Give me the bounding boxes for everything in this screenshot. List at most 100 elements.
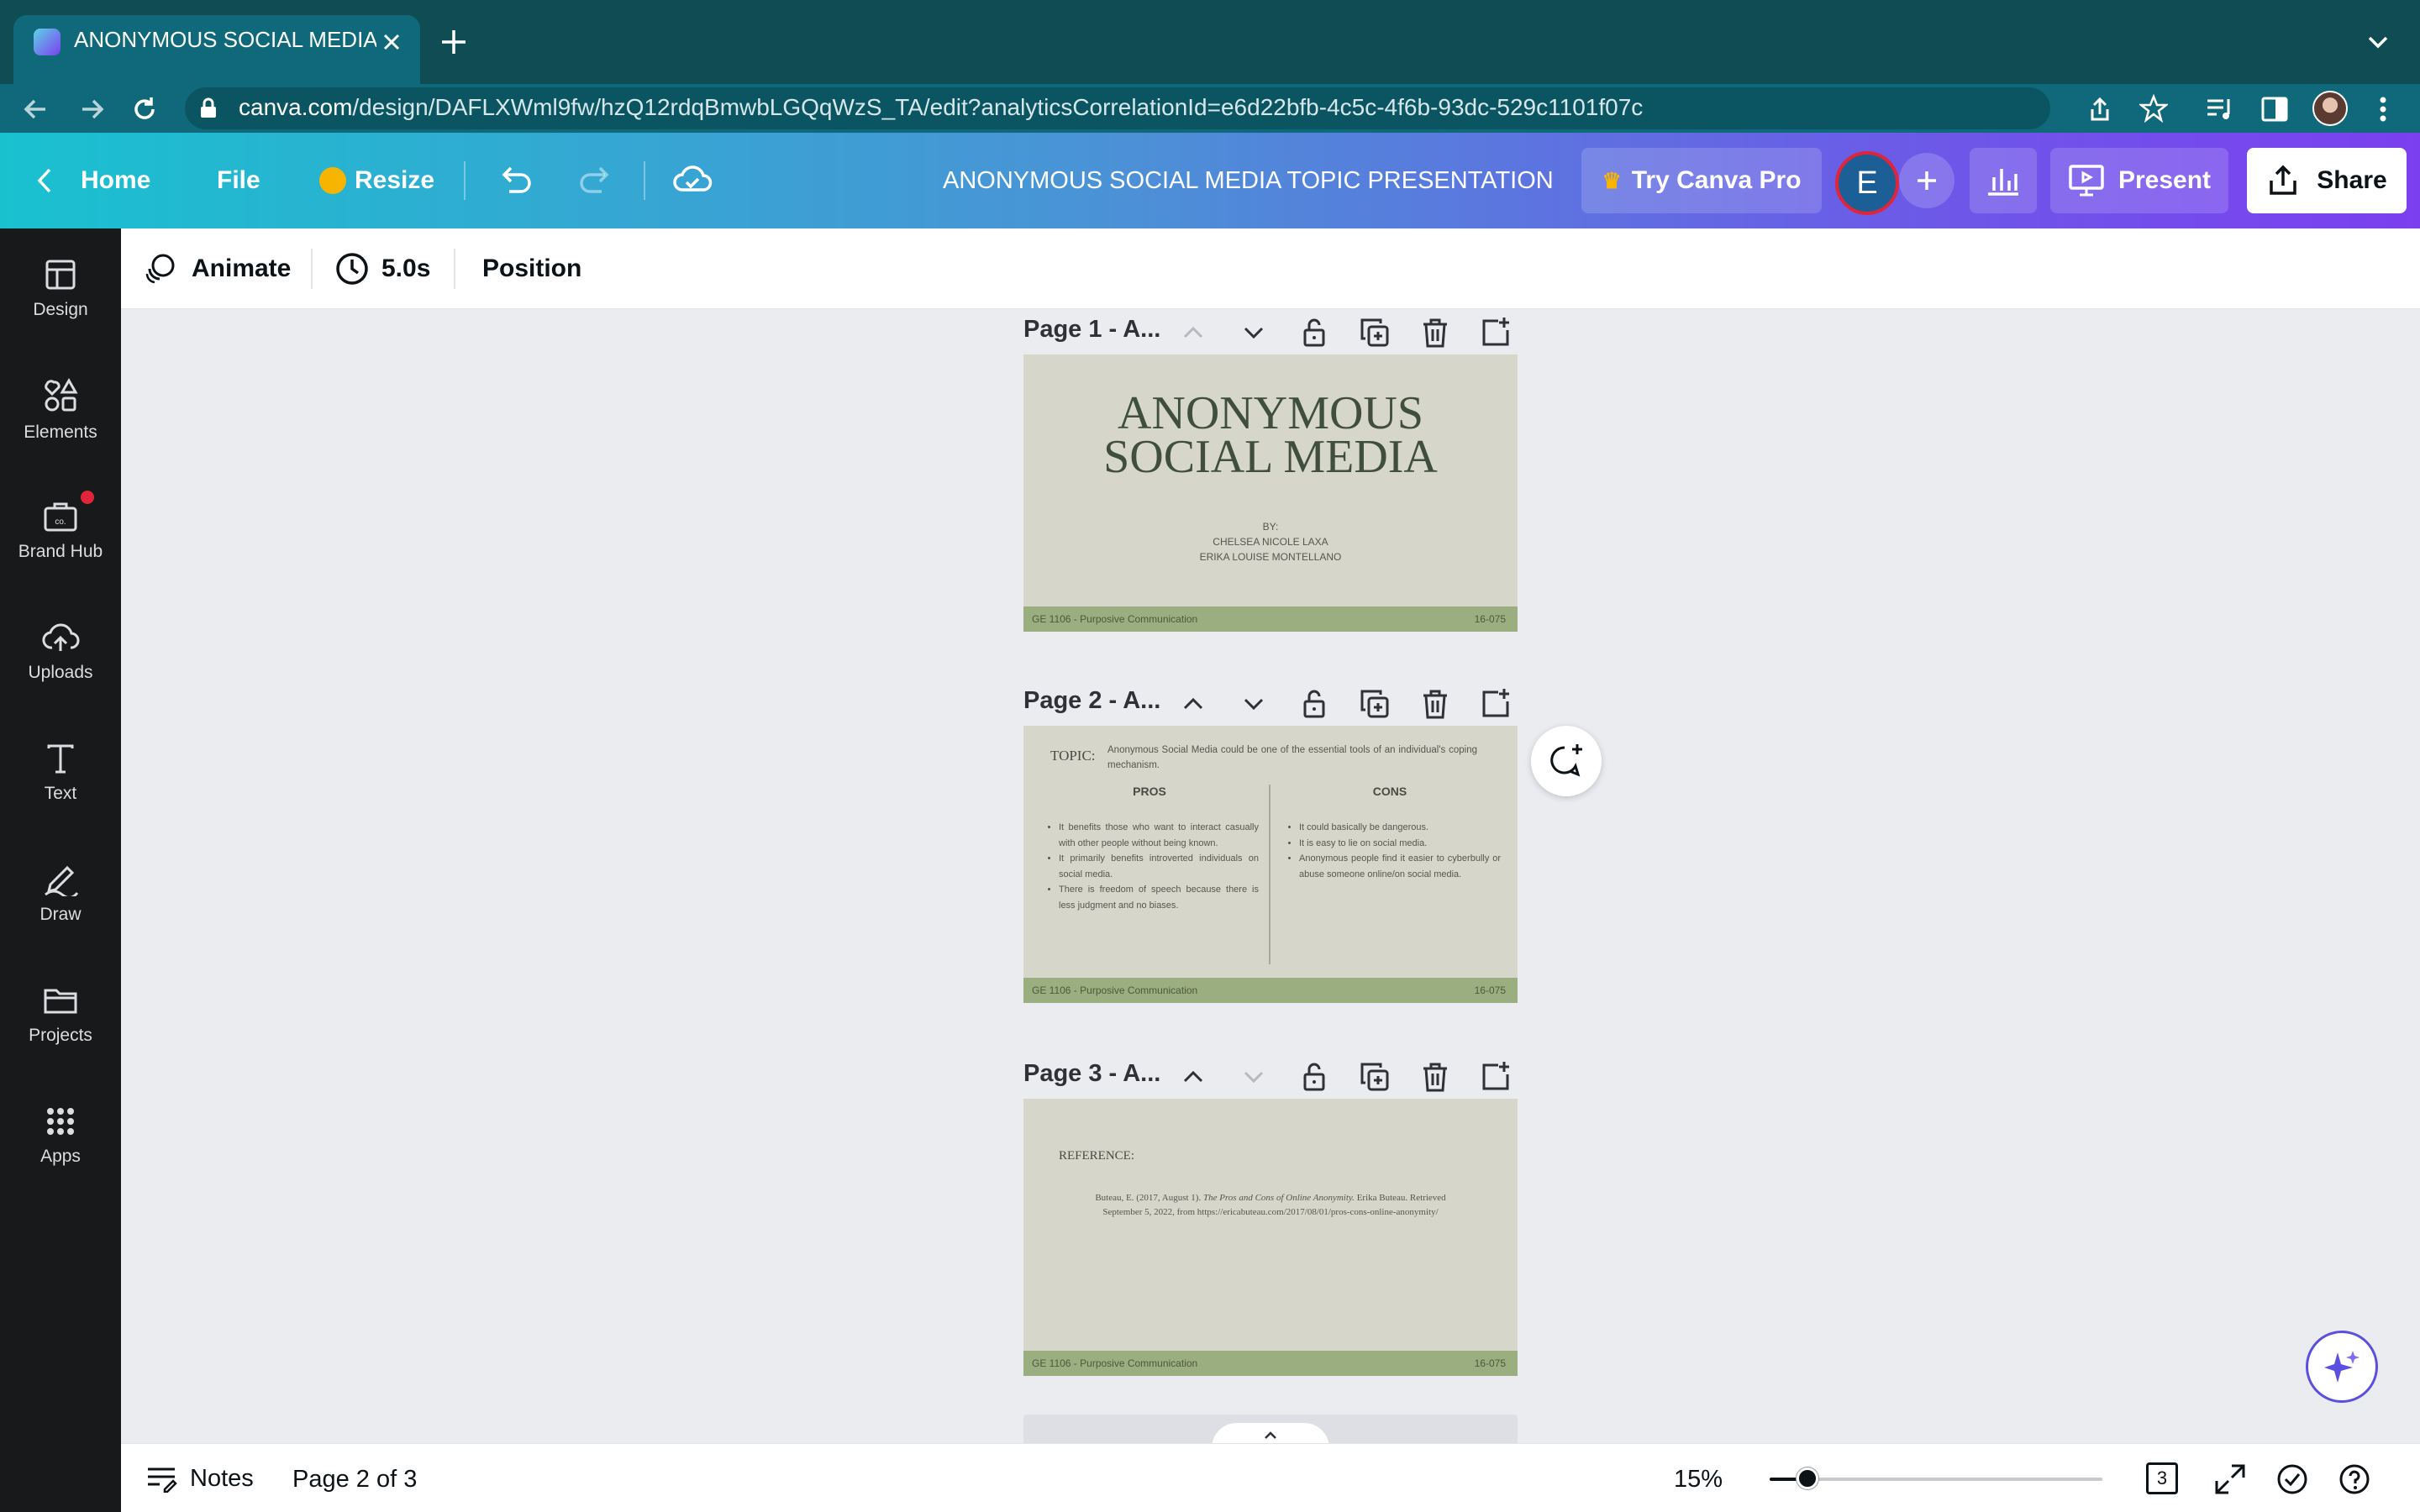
page-indicator[interactable]: Page 2 of 3 — [292, 1466, 417, 1494]
animate-icon — [145, 254, 175, 284]
topic-text: Anonymous Social Media could be one of t… — [1107, 745, 1477, 770]
present-button[interactable]: Present — [2050, 148, 2228, 213]
page-title[interactable]: Page 3 - A... — [1023, 1060, 1160, 1088]
add-page-icon[interactable] — [1477, 314, 1514, 351]
notes-button[interactable]: Notes — [145, 1456, 254, 1501]
pen-draw-icon — [45, 865, 79, 896]
sidebar-item-design[interactable]: Design — [0, 228, 121, 349]
share-label: Share — [2317, 166, 2387, 194]
bookmark-star-icon[interactable] — [2139, 94, 2168, 123]
footer-course: GE 1106 - Purposive Communication — [1032, 984, 1198, 996]
plus-icon — [1918, 171, 1936, 190]
duration-button[interactable]: 5.0s — [334, 245, 430, 292]
move-page-up-icon[interactable] — [1175, 685, 1212, 722]
try-pro-label: Try Canva Pro — [1631, 166, 1802, 194]
page-title[interactable]: Page 2 - A... — [1023, 687, 1160, 715]
sidebar-item-label: Text — [44, 784, 77, 803]
url-field[interactable]: canva.com/design/DAFLXWml9fw/hzQ12rdqBmw… — [185, 87, 2050, 129]
file-button[interactable]: File — [217, 133, 260, 228]
svg-text:co.: co. — [55, 517, 66, 527]
author-1: CHELSEA NICOLE LAXA — [1213, 536, 1328, 548]
profile-avatar[interactable] — [2312, 91, 2348, 126]
resize-button[interactable]: Resize — [319, 133, 434, 228]
check-circle-icon[interactable] — [2275, 1462, 2309, 1496]
undo-icon[interactable] — [497, 163, 534, 197]
duplicate-page-icon[interactable] — [1356, 314, 1393, 351]
home-label: Home — [81, 166, 151, 194]
invite-member-button[interactable] — [1899, 153, 1954, 208]
footer-code: 16-075 — [1474, 984, 1506, 996]
move-page-down-icon[interactable] — [1235, 314, 1272, 351]
pros-header: PROS — [1133, 785, 1166, 798]
browser-tab-bar: ANONYMOUS SOCIAL MEDIA T — [0, 0, 2420, 84]
help-icon[interactable] — [2338, 1462, 2371, 1496]
duplicate-page-icon[interactable] — [1356, 685, 1393, 722]
back-arrow-icon[interactable] — [20, 94, 50, 124]
zoom-percentage[interactable]: 15% — [1674, 1466, 1723, 1494]
duplicate-page-icon[interactable] — [1356, 1058, 1393, 1095]
slide-1-thumbnail[interactable]: ANONYMOUS SOCIAL MEDIA BY: CHELSEA NICOL… — [1023, 354, 1518, 632]
sidebar-item-apps[interactable]: Apps — [0, 1075, 121, 1196]
slide-3-thumbnail[interactable]: REFERENCE: Buteau, E. (2017, August 1). … — [1023, 1099, 1518, 1376]
insights-button[interactable] — [1970, 148, 2037, 213]
lock-page-icon[interactable] — [1296, 685, 1333, 722]
sidebar-item-uploads[interactable]: Uploads — [0, 591, 121, 712]
add-page-icon[interactable] — [1477, 1058, 1514, 1095]
sidepanel-icon[interactable] — [2260, 96, 2289, 123]
delete-page-icon[interactable] — [1417, 1058, 1454, 1095]
tab-search-chevron-icon[interactable] — [2365, 29, 2391, 55]
page-grid-button[interactable]: 3 — [2143, 1459, 2181, 1498]
zoom-slider-thumb[interactable] — [1797, 1467, 1818, 1489]
animate-button[interactable]: Animate — [143, 245, 291, 292]
fullscreen-icon[interactable] — [2213, 1462, 2247, 1496]
reload-icon[interactable] — [129, 94, 160, 124]
redo-icon[interactable] — [576, 163, 613, 197]
text-t-icon — [47, 744, 74, 774]
sidebar-item-label: Design — [33, 300, 88, 319]
media-playlist-icon[interactable] — [2205, 96, 2235, 123]
slide-1-title: ANONYMOUS SOCIAL MEDIA — [1023, 390, 1518, 480]
move-page-down-icon[interactable] — [1235, 685, 1272, 722]
lock-page-icon[interactable] — [1296, 1058, 1333, 1095]
avatar-letter: E — [1856, 165, 1878, 201]
delete-page-icon[interactable] — [1417, 685, 1454, 722]
cons-item: It could basically be dangerous. — [1299, 820, 1501, 836]
canvas-area[interactable]: Page 1 - A... ANONYMOUS SOCIAL MEDIA BY:… — [121, 309, 2420, 1443]
close-tab-icon[interactable] — [380, 30, 403, 54]
page-title[interactable]: Page 1 - A... — [1023, 316, 1160, 344]
home-button[interactable]: Home — [34, 133, 150, 228]
move-page-up-icon[interactable] — [1175, 1058, 1212, 1095]
slide-2-thumbnail[interactable]: TOPIC: Anonymous Social Media could be o… — [1023, 726, 1518, 1003]
lock-page-icon[interactable] — [1296, 314, 1333, 351]
expand-pages-tab[interactable] — [1212, 1423, 1329, 1443]
add-page-icon[interactable] — [1477, 685, 1514, 722]
position-button[interactable]: Position — [482, 245, 581, 292]
pros-item: It primarily benefits introverted indivi… — [1059, 851, 1259, 882]
cloud-saved-icon[interactable] — [672, 163, 713, 197]
zoom-slider[interactable] — [1770, 1467, 2102, 1489]
topic-label: TOPIC: — [1050, 748, 1096, 764]
add-comment-button[interactable] — [1531, 726, 1602, 796]
delete-page-icon[interactable] — [1417, 314, 1454, 351]
sidebar-item-draw[interactable]: Draw — [0, 833, 121, 954]
new-tab-icon[interactable] — [439, 27, 469, 57]
toolbar-divider-2 — [454, 249, 455, 289]
design-title[interactable]: ANONYMOUS SOCIAL MEDIA TOPIC PRESENTATIO… — [943, 133, 1554, 228]
sidebar-item-elements[interactable]: Elements — [0, 349, 121, 470]
magic-assistant-button[interactable] — [2306, 1331, 2378, 1403]
left-sidebar: Design Elements co. Brand Hub Uploads Te… — [0, 228, 121, 1512]
slide-footer: GE 1106 - Purposive Communication 16-075 — [1023, 978, 1518, 1003]
move-page-up-icon[interactable] — [1175, 314, 1212, 351]
sidebar-item-projects[interactable]: Projects — [0, 954, 121, 1075]
move-page-down-icon[interactable] — [1235, 1058, 1272, 1095]
try-canva-pro-button[interactable]: ♛ Try Canva Pro — [1581, 148, 1822, 213]
sidebar-item-brand-hub[interactable]: co. Brand Hub — [0, 470, 121, 591]
forward-arrow-icon[interactable] — [77, 94, 108, 124]
browser-menu-icon[interactable] — [2373, 94, 2393, 124]
user-avatar[interactable]: E — [1835, 151, 1899, 215]
browser-tab[interactable]: ANONYMOUS SOCIAL MEDIA T — [13, 15, 420, 84]
share-button[interactable]: Share — [2247, 148, 2407, 213]
sidebar-item-text[interactable]: Text — [0, 712, 121, 833]
reference-line-1: Buteau, E. (2017, August 1). The Pros an… — [1035, 1191, 1506, 1205]
share-page-icon[interactable] — [2087, 96, 2112, 123]
